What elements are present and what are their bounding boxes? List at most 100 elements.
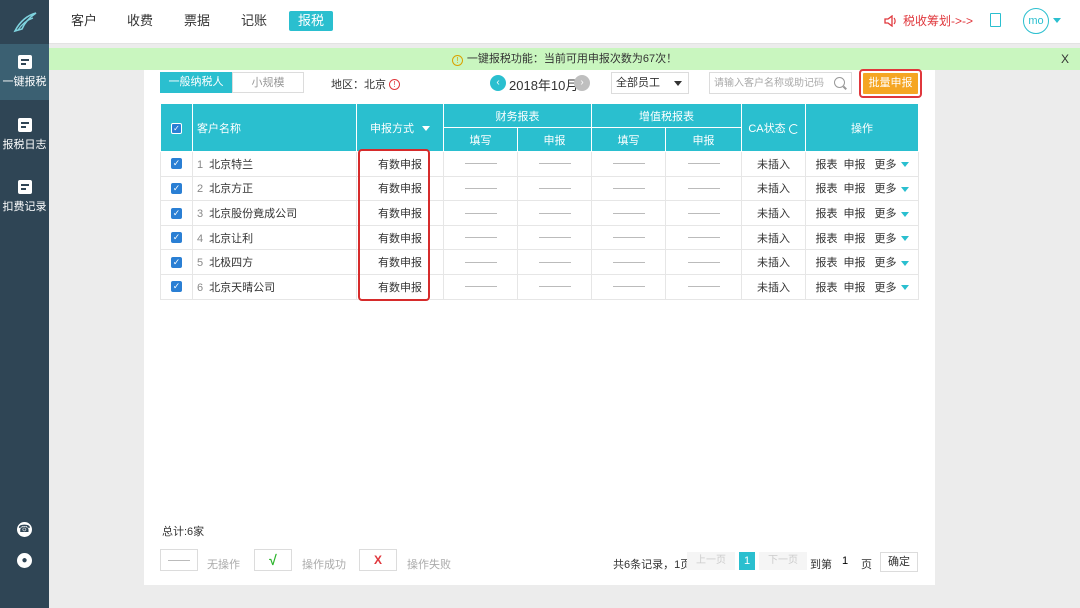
- row-checkbox[interactable]: ✓: [171, 207, 182, 219]
- header-declare-method-label: 申报方式: [370, 122, 414, 135]
- declare-link[interactable]: 申报: [844, 183, 866, 195]
- no-operation-mark: [538, 237, 571, 239]
- legend-fail-box: X: [359, 549, 397, 571]
- check-icon: √: [269, 552, 277, 568]
- declare-link[interactable]: 申报: [844, 208, 866, 220]
- chevron-down-icon[interactable]: [1053, 18, 1061, 23]
- row-checkbox[interactable]: ✓: [171, 158, 182, 170]
- no-operation-mark: [687, 187, 720, 189]
- chevron-down-icon: [900, 285, 909, 291]
- support-icon[interactable]: ●: [17, 553, 32, 568]
- document-icon[interactable]: [990, 13, 1001, 27]
- legend-none-box: [160, 549, 198, 571]
- customer-name: 北京让利: [209, 232, 254, 245]
- sidebar-item-fee-records[interactable]: 扣费记录: [0, 169, 49, 225]
- no-operation-mark: [612, 286, 645, 288]
- select-all-checkbox[interactable]: ✓: [171, 122, 182, 134]
- header-operations: 操作: [805, 103, 919, 152]
- header-vat-report: 增值税报表: [591, 103, 742, 128]
- search-input[interactable]: [709, 72, 852, 94]
- no-operation-mark: [612, 237, 645, 239]
- receipt-icon: [17, 180, 32, 194]
- batch-declare-button[interactable]: 批量申报: [863, 73, 918, 94]
- customer-name: 北京天晴公司: [209, 281, 276, 294]
- close-icon[interactable]: X: [1061, 48, 1069, 70]
- customer-name: 北京方正: [209, 183, 254, 196]
- nav-customers[interactable]: 客户: [62, 11, 106, 31]
- row-checkbox[interactable]: ✓: [171, 256, 182, 268]
- month-next-button[interactable]: ›: [574, 75, 590, 91]
- chevron-down-icon: [674, 81, 682, 86]
- goto-page-input[interactable]: [836, 552, 854, 570]
- sidebar: 一键报税 报税日志 扣费记录 ☎ ●: [0, 0, 49, 608]
- no-operation-mark: [168, 559, 190, 561]
- chevron-down-icon: [900, 162, 909, 168]
- more-label: 更多: [874, 158, 897, 171]
- more-link[interactable]: 更多: [872, 233, 909, 245]
- avatar[interactable]: mo: [1023, 8, 1049, 34]
- no-operation-mark: [612, 187, 645, 189]
- pencil-icon: [17, 55, 32, 69]
- report-link[interactable]: 报表: [816, 159, 838, 171]
- report-link[interactable]: 报表: [816, 233, 838, 245]
- report-link[interactable]: 报表: [816, 282, 838, 294]
- no-operation-mark: [538, 212, 571, 214]
- declare-link[interactable]: 申报: [844, 159, 866, 171]
- chevron-down-icon: [900, 211, 909, 217]
- select-all-header[interactable]: ✓: [160, 103, 193, 152]
- declare-link[interactable]: 申报: [844, 233, 866, 245]
- tax-plan-link[interactable]: 税收筹划->->: [884, 12, 973, 29]
- phone-icon[interactable]: ☎: [17, 522, 32, 537]
- ca-status: 未插入: [741, 200, 806, 226]
- report-link[interactable]: 报表: [816, 257, 838, 269]
- row-checkbox[interactable]: ✓: [171, 182, 182, 194]
- more-link[interactable]: 更多: [872, 257, 909, 269]
- row-number: 4: [197, 232, 204, 245]
- logo[interactable]: [0, 0, 49, 44]
- row-number: 1: [197, 158, 204, 171]
- confirm-button[interactable]: 确定: [880, 552, 918, 572]
- nav-charges[interactable]: 收费: [118, 11, 162, 31]
- ca-status: 未插入: [741, 273, 806, 300]
- more-link[interactable]: 更多: [872, 208, 909, 220]
- report-link[interactable]: 报表: [816, 183, 838, 195]
- declare-method: 有数申报: [356, 175, 444, 202]
- nav-tax[interactable]: 报税: [289, 11, 334, 31]
- more-link[interactable]: 更多: [872, 183, 909, 195]
- header-finance-report: 财务报表: [443, 103, 592, 128]
- more-label: 更多: [874, 183, 897, 196]
- nav-invoices[interactable]: 票据: [175, 11, 219, 31]
- row-checkbox[interactable]: ✓: [171, 232, 182, 244]
- tab-general-taxpayer[interactable]: 一般纳税人: [160, 72, 232, 93]
- tab-small-scale[interactable]: 小规模: [232, 72, 304, 93]
- declare-link[interactable]: 申报: [844, 257, 866, 269]
- next-page-button[interactable]: 下一页: [759, 552, 807, 570]
- sidebar-item-tax-log[interactable]: 报税日志: [0, 107, 49, 163]
- search-icon[interactable]: [834, 77, 845, 88]
- notice-text: 一键报税功能：当前可用申报次数为67次！: [466, 53, 678, 65]
- chevron-down-icon: [900, 236, 909, 242]
- customer-table: ✓ 客户名称 申报方式 财务报表 增值税报表 CA状态 操作 填写 申报 填写 …: [160, 103, 919, 300]
- prev-page-button[interactable]: 上一页: [687, 552, 735, 570]
- employee-select[interactable]: 全部员工: [611, 72, 689, 94]
- page-1-button[interactable]: 1: [739, 552, 755, 570]
- no-operation-mark: [538, 163, 571, 165]
- main-panel: 一般纳税人 小规模 地区：北京 ! ‹ 2018年10月 › 全部员工 批量申报…: [144, 69, 935, 585]
- declare-link[interactable]: 申报: [844, 282, 866, 294]
- more-label: 更多: [874, 257, 897, 270]
- more-link[interactable]: 更多: [872, 282, 909, 294]
- logo-icon: [12, 12, 36, 33]
- top-nav: 客户 收费 票据 记账 报税 税收筹划->-> mo: [49, 0, 1080, 44]
- customer-name: 北京特兰: [209, 158, 254, 171]
- nav-bookkeeping[interactable]: 记账: [232, 11, 276, 31]
- more-link[interactable]: 更多: [872, 159, 909, 171]
- row-checkbox[interactable]: ✓: [171, 281, 182, 293]
- header-declare-method[interactable]: 申报方式: [356, 103, 444, 152]
- no-operation-mark: [538, 187, 571, 189]
- report-link[interactable]: 报表: [816, 208, 838, 220]
- region-warning-icon[interactable]: !: [389, 78, 400, 90]
- sidebar-item-one-click-tax[interactable]: 一键报税: [0, 44, 49, 100]
- month-label: 2018年10月: [509, 78, 579, 93]
- refresh-icon[interactable]: [788, 123, 799, 134]
- month-prev-button[interactable]: ‹: [490, 75, 506, 91]
